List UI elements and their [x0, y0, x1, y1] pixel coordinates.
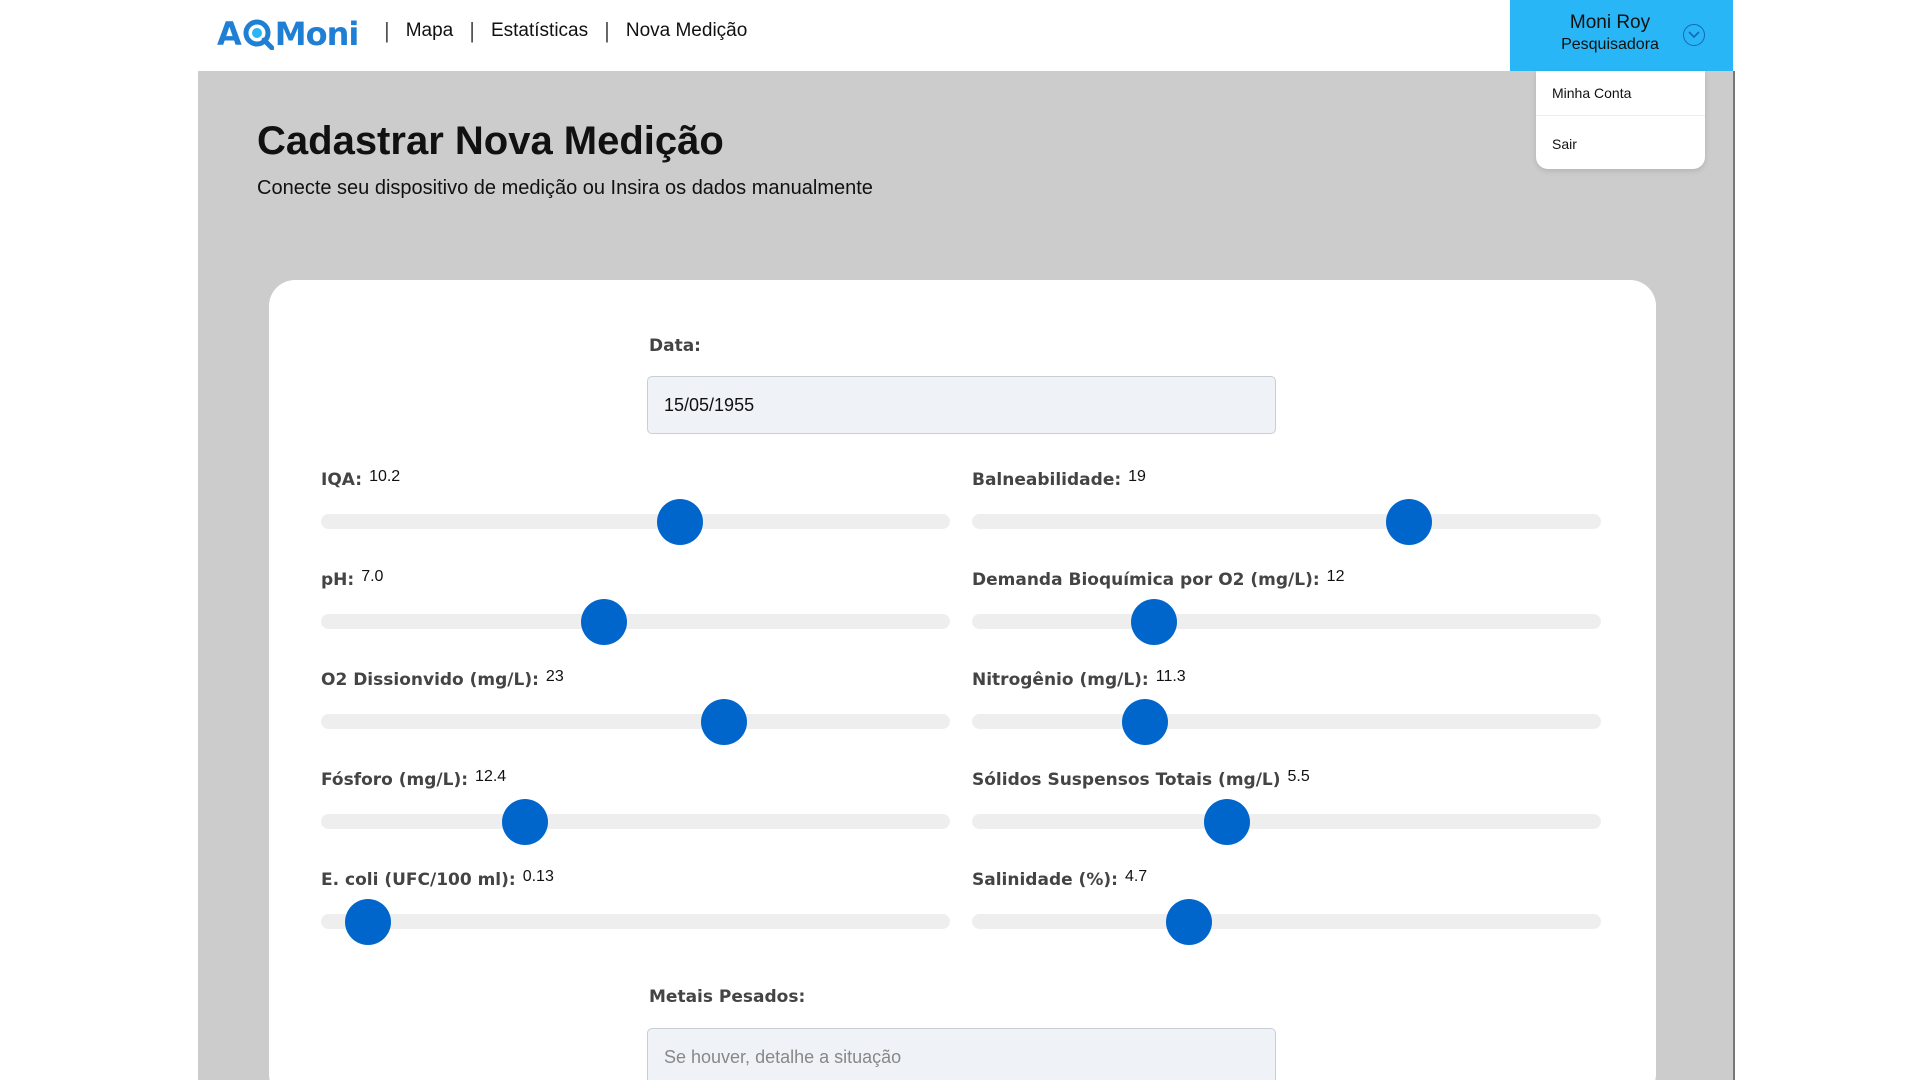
slider-track-e-coli-ufc-100-ml[interactable]	[321, 899, 950, 945]
slider-label-text: Balneabilidade:	[972, 470, 1122, 490]
slider-label-balneabilidade: Balneabilidade: 19	[972, 468, 1146, 490]
user-menu-button[interactable]: Moni Roy Pesquisadora	[1510, 0, 1733, 71]
slider-track-o2-dissionvido-mg-l[interactable]	[321, 699, 950, 745]
slider-track-nitrog-nio-mg-l[interactable]	[972, 699, 1601, 745]
nav-link-estatisticas[interactable]: Estatísticas	[491, 20, 588, 42]
slider-thumb-s-lidos-suspensos-totais-mg-l[interactable]	[1203, 799, 1250, 845]
slider-thumb-ph[interactable]	[581, 599, 628, 645]
metais-pesados-label: Metais Pesados:	[649, 987, 806, 1007]
slider-label-text: Salinidade (%):	[972, 870, 1118, 890]
slider-value: 11.3	[1155, 668, 1186, 685]
slider-value: 12.4	[475, 768, 507, 785]
aqmoni-logo[interactable]: A Moni	[217, 12, 360, 56]
slider-thumb-e-coli-ufc-100-ml[interactable]	[345, 899, 392, 945]
slider-label-text: Demanda Bioquímica por O2 (mg/L):	[972, 570, 1320, 590]
slider-label-text: E. coli (UFC/100 ml):	[321, 870, 516, 890]
slider-thumb-demanda-bioqu-mica-por-o2-mg-l[interactable]	[1131, 599, 1178, 645]
slider-label-text: Fósforo (mg/L):	[321, 770, 469, 790]
slider-label-nitrog-nio-mg-l: Nitrogênio (mg/L): 11.3	[972, 668, 1186, 690]
slider-value: 7.0	[361, 568, 384, 585]
slider-label-text: IQA:	[321, 470, 363, 490]
slider-value: 12	[1326, 568, 1345, 585]
water-drop-magnifier-icon	[242, 18, 274, 50]
logo-text-a: A	[217, 15, 242, 53]
slider-track-balneabilidade[interactable]	[972, 499, 1601, 545]
nav-separator: |	[469, 18, 475, 43]
slider-value: 10.2	[369, 468, 401, 485]
date-input[interactable]	[647, 376, 1276, 434]
slider-label-o2-dissionvido-mg-l: O2 Dissionvido (mg/L): 23	[321, 668, 564, 690]
menu-item-sair[interactable]: Sair	[1536, 121, 1705, 166]
slider-label-iqa: IQA: 10.2	[321, 468, 401, 490]
slider-track-ph[interactable]	[321, 599, 950, 645]
slider-value: 5.5	[1287, 768, 1310, 785]
slider-thumb-f-sforo-mg-l[interactable]	[502, 799, 549, 845]
main-nav: | Mapa | Estatísticas | Nova Medição	[368, 16, 747, 46]
nav-link-mapa[interactable]: Mapa	[406, 20, 454, 42]
page-title: Cadastrar Nova Medição	[257, 119, 724, 163]
nav-separator: |	[384, 18, 390, 43]
slider-label-salinidade: Salinidade (%): 4.7	[972, 868, 1148, 890]
top-navigation-bar: A Moni | Mapa | Estatísticas | Nova Medi…	[0, 0, 1920, 71]
slider-label-ph: pH: 7.0	[321, 568, 384, 590]
measurement-form-card: Data: IQA: 10.2 Balneabilidade: 19 pH: 7.0 Dem…	[269, 280, 1656, 1080]
user-role: Pesquisadora	[1561, 36, 1659, 53]
slider-thumb-salinidade[interactable]	[1166, 899, 1212, 945]
slider-thumb-iqa[interactable]	[656, 499, 703, 545]
page-subtitle: Conecte seu dispositivo de medição ou In…	[257, 177, 873, 199]
slider-value: 4.7	[1124, 868, 1148, 885]
slider-label-demanda-bioqu-mica-por-o2-mg-l: Demanda Bioquímica por O2 (mg/L): 12	[972, 568, 1345, 590]
metais-pesados-input[interactable]	[647, 1028, 1276, 1080]
slider-track-f-sforo-mg-l[interactable]	[321, 799, 950, 845]
user-name: Moni Roy	[1569, 12, 1651, 33]
slider-value: 19	[1128, 468, 1146, 485]
slider-track-salinidade[interactable]	[972, 899, 1601, 945]
nav-link-nova-medicao[interactable]: Nova Medição	[626, 20, 747, 42]
slider-track-s-lidos-suspensos-totais-mg-l[interactable]	[972, 799, 1601, 845]
menu-item-minha-conta[interactable]: Minha Conta	[1536, 71, 1705, 116]
slider-value: 23	[545, 668, 564, 685]
nav-separator: |	[604, 18, 610, 43]
chevron-down-icon[interactable]	[1683, 24, 1705, 46]
slider-label-text: Nitrogênio (mg/L):	[972, 670, 1149, 690]
slider-track-iqa[interactable]	[321, 499, 950, 545]
slider-label-f-sforo-mg-l: Fósforo (mg/L): 12.4	[321, 768, 507, 790]
slider-thumb-balneabilidade[interactable]	[1386, 499, 1433, 545]
main-content: Cadastrar Nova Medição Conecte seu dispo…	[198, 71, 1735, 1080]
logo-text-moni: Moni	[274, 15, 360, 53]
slider-thumb-nitrog-nio-mg-l[interactable]	[1121, 699, 1168, 745]
slider-label-text: pH:	[321, 570, 355, 590]
slider-value: 0.13	[522, 868, 554, 885]
slider-label-e-coli-ufc-100-ml: E. coli (UFC/100 ml): 0.13	[321, 868, 554, 890]
user-dropdown-menu: Minha Conta Sair	[1536, 71, 1705, 169]
date-label: Data:	[649, 336, 701, 356]
slider-thumb-o2-dissionvido-mg-l[interactable]	[700, 699, 747, 745]
slider-label-s-lidos-suspensos-totais-mg-l: Sólidos Suspensos Totais (mg/L) 5.5	[972, 768, 1310, 790]
slider-label-text: O2 Dissionvido (mg/L):	[321, 670, 539, 690]
slider-track-demanda-bioqu-mica-por-o2-mg-l[interactable]	[972, 599, 1601, 645]
slider-label-text: Sólidos Suspensos Totais (mg/L)	[972, 770, 1281, 790]
